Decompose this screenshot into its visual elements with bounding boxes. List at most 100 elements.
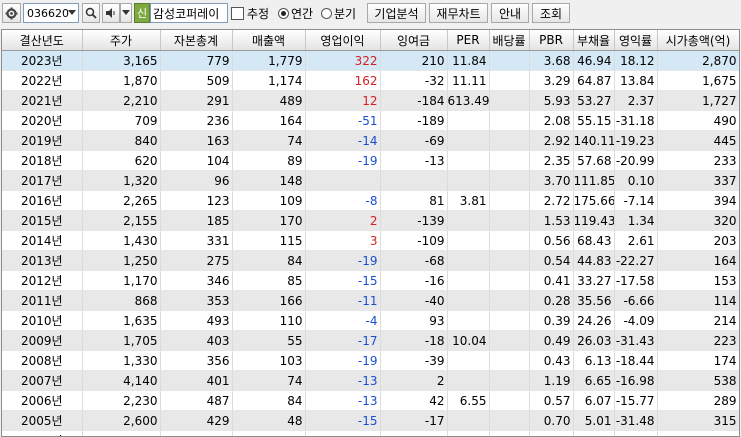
- table-row[interactable]: 2004년2,22044741-33-600.573.83-80.82268: [2, 431, 739, 437]
- table-row[interactable]: 2016년2,265123109-8813.812.72175.66-7.143…: [2, 191, 739, 211]
- company-analysis-button[interactable]: 기업분석: [367, 3, 426, 23]
- table-row[interactable]: 2007년4,14040174-1321.196.65-16.98538: [2, 371, 739, 391]
- table-row[interactable]: 2012년1,17034685-15-160.4133.27-17.58153: [2, 271, 739, 291]
- table-cell: -51: [305, 111, 380, 131]
- column-header[interactable]: 잉여금: [380, 30, 447, 51]
- table-cell: 2007년: [2, 371, 82, 391]
- table-cell: 170: [232, 211, 305, 231]
- table-cell: 2022년: [2, 71, 82, 91]
- table-cell: 353: [160, 291, 232, 311]
- table-cell: 203: [657, 231, 739, 251]
- table-cell: 1,727: [657, 91, 739, 111]
- table-cell: 93: [380, 311, 447, 331]
- column-header[interactable]: 매출액: [232, 30, 305, 51]
- table-cell: 337: [657, 171, 739, 191]
- column-header[interactable]: 결산년도: [2, 30, 82, 51]
- column-header[interactable]: PBR: [529, 30, 573, 51]
- table-cell: 6.07: [573, 391, 614, 411]
- table-cell: 11.11: [447, 71, 489, 91]
- table-cell: 2011년: [2, 291, 82, 311]
- table-row[interactable]: 2018년62010489-19-132.3557.68-20.99233: [2, 151, 739, 171]
- column-header[interactable]: 자본총계: [160, 30, 232, 51]
- table-row[interactable]: 2022년1,8705091,174162-3211.113.2964.8713…: [2, 71, 739, 91]
- table-row[interactable]: 2011년868353166-11-400.2835.56-6.66114: [2, 291, 739, 311]
- column-header[interactable]: 시가총액(억): [657, 30, 739, 51]
- table-cell: [489, 431, 529, 437]
- guide-button[interactable]: 안내: [491, 3, 529, 23]
- table-cell: -13: [305, 371, 380, 391]
- table-cell: 1,320: [82, 171, 160, 191]
- table-cell: 291: [160, 91, 232, 111]
- table-cell: 2,600: [82, 411, 160, 431]
- stock-code-input[interactable]: 036620: [23, 3, 79, 23]
- chevron-down-icon: [68, 10, 76, 15]
- table-cell: [447, 231, 489, 251]
- table-cell: 0.28: [529, 291, 573, 311]
- table-cell: 0.10: [614, 171, 657, 191]
- table-row[interactable]: 2014년1,4303311153-1090.5668.432.61203: [2, 231, 739, 251]
- table-cell: [447, 211, 489, 231]
- table-cell: [489, 191, 529, 211]
- table-cell: 2,155: [82, 211, 160, 231]
- table-cell: -15.77: [614, 391, 657, 411]
- table-cell: 85: [232, 271, 305, 291]
- table-cell: 111.85: [573, 171, 614, 191]
- financial-table: 결산년도주가자본총계매출액영업이익잉여금PER배당률PBR부채율영익률시가총액(…: [1, 29, 740, 437]
- gear-icon[interactable]: [2, 3, 21, 23]
- table-cell: 493: [160, 311, 232, 331]
- table-cell: 613.49: [447, 91, 489, 111]
- query-button[interactable]: 조회: [532, 3, 570, 23]
- table-cell: [447, 311, 489, 331]
- column-header[interactable]: 영업이익: [305, 30, 380, 51]
- table-cell: 2008년: [2, 351, 82, 371]
- financial-chart-button[interactable]: 재무차트: [429, 3, 488, 23]
- table-row[interactable]: 2021년2,21029148912-184613.495.9353.272.3…: [2, 91, 739, 111]
- table-cell: 2005년: [2, 411, 82, 431]
- estimate-checkbox[interactable]: 추정: [231, 3, 275, 23]
- table-row[interactable]: 2019년84016374-14-692.92140.11-19.23445: [2, 131, 739, 151]
- table-cell: 289: [657, 391, 739, 411]
- table-cell: 490: [657, 111, 739, 131]
- table-row[interactable]: 2015년2,1551851702-1391.53119.431.34320: [2, 211, 739, 231]
- table-cell: 41: [232, 431, 305, 437]
- table-row[interactable]: 2023년3,1657791,77932221011.843.6846.9418…: [2, 51, 739, 71]
- column-header[interactable]: 영익률: [614, 30, 657, 51]
- table-row[interactable]: 2006년2,23048784-13426.550.576.07-15.7728…: [2, 391, 739, 411]
- table-cell: 46.94: [573, 51, 614, 71]
- table-cell: -11: [305, 291, 380, 311]
- table-cell: [447, 171, 489, 191]
- quarterly-radio[interactable]: 분기: [321, 3, 365, 23]
- table-cell: 3.83: [573, 431, 614, 437]
- table-cell: 1,170: [82, 271, 160, 291]
- table-row[interactable]: 2010년1,635493110-4930.3924.26-4.09214: [2, 311, 739, 331]
- table-row[interactable]: 2005년2,60042948-15-170.705.01-31.48315: [2, 411, 739, 431]
- table-row[interactable]: 2020년709236164-51-1892.0855.15-31.18490: [2, 111, 739, 131]
- checkbox-box: [231, 7, 244, 20]
- table-cell: [447, 351, 489, 371]
- annual-radio[interactable]: 연간: [278, 3, 322, 23]
- table-row[interactable]: 2009년1,70540355-17-1810.040.4926.03-31.4…: [2, 331, 739, 351]
- column-header[interactable]: 배당률: [489, 30, 529, 51]
- table-cell: 35.56: [573, 291, 614, 311]
- table-cell: 0.56: [529, 231, 573, 251]
- table-row[interactable]: 2017년1,320961483.70111.850.10337: [2, 171, 739, 191]
- column-header[interactable]: 부채율: [573, 30, 614, 51]
- column-header[interactable]: 주가: [82, 30, 160, 51]
- table-cell: 2,220: [82, 431, 160, 437]
- column-header[interactable]: PER: [447, 30, 489, 51]
- table-cell: 114: [657, 291, 739, 311]
- table-cell: 2.37: [614, 91, 657, 111]
- company-name-field[interactable]: 감성코퍼레이: [150, 3, 228, 23]
- sound-button[interactable]: [102, 3, 120, 23]
- table-cell: 868: [82, 291, 160, 311]
- table-cell: [447, 151, 489, 171]
- table-row[interactable]: 2013년1,25027584-19-680.5444.83-22.27164: [2, 251, 739, 271]
- sound-dropdown[interactable]: [120, 3, 132, 23]
- table-cell: 2021년: [2, 91, 82, 111]
- search-button[interactable]: [82, 3, 100, 23]
- table-cell: -19: [305, 151, 380, 171]
- table-row[interactable]: 2008년1,330356103-19-390.436.13-18.44174: [2, 351, 739, 371]
- table-cell: 2013년: [2, 251, 82, 271]
- table-cell: -20.99: [614, 151, 657, 171]
- table-cell: 1.19: [529, 371, 573, 391]
